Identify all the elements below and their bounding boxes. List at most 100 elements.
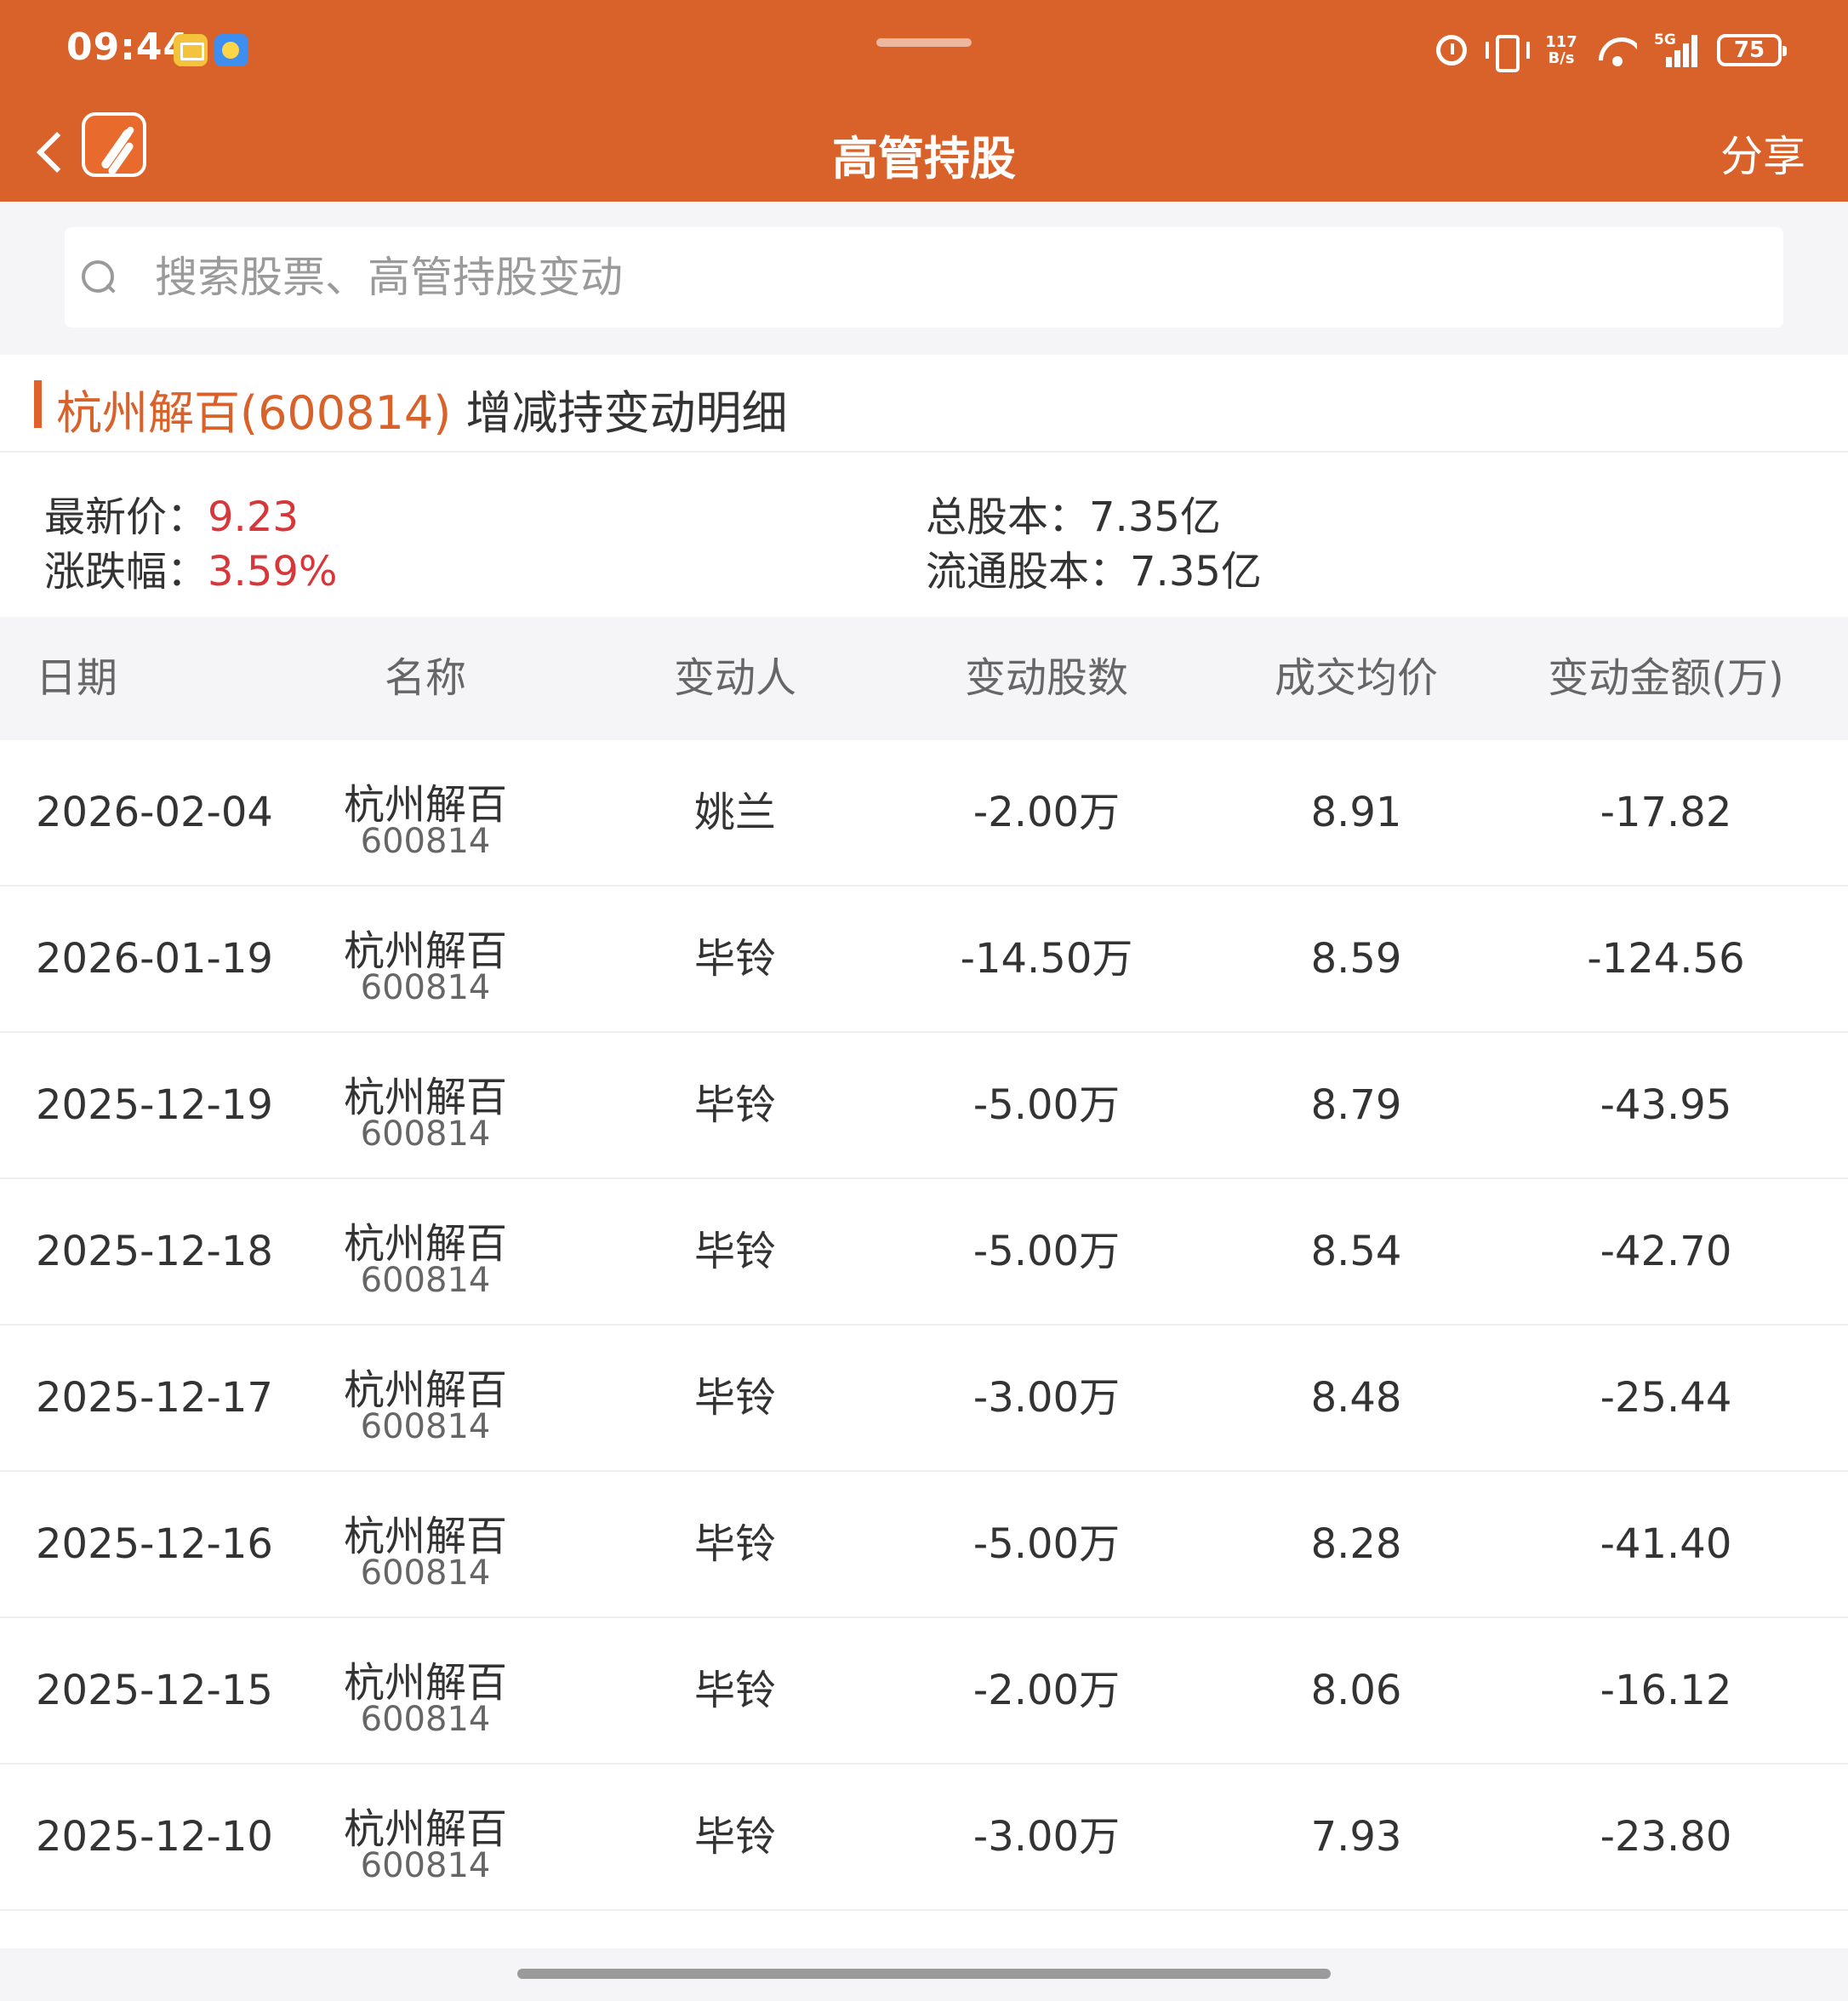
nav-bar: 高管持股 分享 [0, 100, 1848, 202]
section-title: 杭州解百(600814) 增减持变动明细 [56, 375, 787, 442]
cell-shares: -2.00万 [972, 789, 1121, 836]
cell-shares: -3.00万 [972, 1374, 1121, 1422]
cell-avg-price: 8.79 [1310, 1081, 1402, 1129]
cell-person: 毕铃 [693, 1374, 776, 1422]
system-icons: 117 B/s 5G 75 [1436, 31, 1787, 72]
cell-amount: -16.12 [1600, 1667, 1732, 1714]
cell-shares: -3.00万 [972, 1813, 1121, 1861]
network-speed-value: 117 [1545, 33, 1577, 51]
float-shares-value: 7.35亿 [1130, 548, 1262, 596]
table-header: 日期 名称 变动人 变动股数 成交均价 变动金额(万) [0, 617, 1848, 740]
total-shares: 总股本：7.35亿 [926, 483, 1221, 543]
table-row[interactable]: 2026-01-19 杭州解百 600814 毕铃 -14.50万 8.59 -124.56 [0, 886, 1848, 1033]
cell-person: 姚兰 [693, 789, 776, 836]
wifi-icon [1598, 34, 1637, 66]
latest-price-label: 最新价： [44, 493, 208, 541]
cell-shares: -5.00万 [972, 1228, 1121, 1275]
network-speed: 117 B/s [1542, 34, 1581, 66]
cell-amount: -17.82 [1600, 789, 1732, 836]
change-pct-value: 3.59% [208, 548, 338, 596]
vibrate-icon [1484, 33, 1530, 72]
status-time: 09:44 [66, 26, 191, 69]
detail-title: 增减持变动明细 [451, 386, 788, 440]
total-shares-label: 总股本： [926, 493, 1090, 541]
cell-amount: -43.95 [1600, 1081, 1732, 1129]
stock-code: 600814 [360, 1700, 491, 1739]
change-pct: 涨跌幅：3.59% [44, 538, 338, 597]
signal-icon: 5G [1654, 31, 1700, 67]
cell-name: 杭州解百 600814 [323, 1764, 528, 1909]
latest-price-value: 9.23 [208, 493, 299, 541]
table-row[interactable]: 2025-12-10 杭州解百 600814 毕铃 -3.00万 7.93 -23.80 [0, 1764, 1848, 1911]
cell-person: 毕铃 [693, 1667, 776, 1714]
home-indicator[interactable] [517, 1969, 1331, 1979]
mail-notification-icon [174, 34, 208, 66]
total-shares-value: 7.35亿 [1089, 493, 1221, 541]
share-button[interactable]: 分享 [1720, 123, 1805, 184]
page-title: 高管持股 [832, 132, 1016, 185]
cell-date: 2025-12-15 [36, 1667, 273, 1714]
cell-date: 2025-12-16 [36, 1520, 273, 1568]
network-speed-unit: B/s [1548, 49, 1575, 67]
cell-name: 杭州解百 600814 [323, 886, 528, 1031]
table-row[interactable]: 2025-12-16 杭州解百 600814 毕铃 -5.00万 8.28 -41.40 [0, 1472, 1848, 1618]
section-header: 杭州解百(600814) 增减持变动明细 [0, 355, 1848, 453]
stock-name-code: 杭州解百(600814) [56, 386, 452, 440]
latest-price: 最新价：9.23 [44, 483, 299, 543]
cell-date: 2025-12-19 [36, 1081, 273, 1129]
table-row[interactable]: 2025-12-17 杭州解百 600814 毕铃 -3.00万 8.48 -25.44 [0, 1325, 1848, 1472]
stock-code: 600814 [360, 1115, 491, 1154]
change-pct-label: 涨跌幅： [44, 548, 208, 596]
stock-code: 600814 [360, 968, 491, 1007]
cell-avg-price: 8.91 [1310, 789, 1402, 836]
cell-amount: -41.40 [1600, 1520, 1732, 1568]
cell-shares: -5.00万 [972, 1520, 1121, 1568]
cell-name: 杭州解百 600814 [323, 1179, 528, 1324]
search-area [0, 202, 1848, 355]
section-accent-bar [34, 380, 42, 428]
search-icon [82, 260, 116, 294]
cell-shares: -2.00万 [972, 1667, 1121, 1714]
column-shares[interactable]: 变动股数 [919, 617, 1174, 740]
cell-amount: -42.70 [1600, 1228, 1732, 1275]
cell-person: 毕铃 [693, 1520, 776, 1568]
table-row[interactable]: 2026-02-04 杭州解百 600814 姚兰 -2.00万 8.91 -17.82 [0, 740, 1848, 886]
stock-code: 600814 [360, 1261, 491, 1300]
cell-date: 2025-12-10 [36, 1813, 273, 1861]
cell-name: 杭州解百 600814 [323, 1325, 528, 1470]
table-row[interactable]: 2025-12-19 杭州解百 600814 毕铃 -5.00万 8.79 -43.95 [0, 1033, 1848, 1179]
search-input[interactable] [155, 227, 1754, 328]
cell-amount: -124.56 [1587, 935, 1745, 983]
stock-code: 600814 [360, 1846, 491, 1885]
cell-name: 杭州解百 600814 [323, 1618, 528, 1763]
table-row[interactable]: 2025-12-18 杭州解百 600814 毕铃 -5.00万 8.54 -42.70 [0, 1179, 1848, 1325]
stock-code: 600814 [360, 1553, 491, 1593]
column-person[interactable]: 变动人 [633, 617, 837, 740]
weather-notification-icon [214, 34, 248, 66]
column-name[interactable]: 名称 [323, 617, 528, 740]
column-amount[interactable]: 变动金额(万) [1513, 617, 1819, 740]
cell-avg-price: 8.54 [1310, 1228, 1402, 1275]
stock-code: 600814 [360, 1407, 491, 1446]
cell-date: 2026-01-19 [36, 935, 273, 983]
cell-amount: -23.80 [1600, 1813, 1732, 1861]
cell-shares: -5.00万 [972, 1081, 1121, 1129]
battery-icon: 75 [1717, 34, 1787, 66]
column-avg-price[interactable]: 成交均价 [1229, 617, 1484, 740]
column-date[interactable]: 日期 [36, 617, 117, 740]
drag-handle[interactable] [876, 38, 972, 47]
cell-avg-price: 7.93 [1310, 1813, 1402, 1861]
search-box[interactable] [65, 227, 1783, 328]
cell-person: 毕铃 [693, 1228, 776, 1275]
cell-date: 2025-12-17 [36, 1374, 273, 1422]
cell-person: 毕铃 [693, 935, 776, 983]
cell-shares: -14.50万 [960, 935, 1133, 983]
cell-person: 毕铃 [693, 1813, 776, 1861]
stock-summary: 最新价：9.23 涨跌幅：3.59% 总股本：7.35亿 流通股本：7.35亿 [0, 453, 1848, 617]
cell-name: 杭州解百 600814 [323, 1033, 528, 1177]
table-row[interactable]: 2025-12-15 杭州解百 600814 毕铃 -2.00万 8.06 -16.12 [0, 1618, 1848, 1764]
alarm-icon [1436, 35, 1467, 66]
cell-avg-price: 8.06 [1310, 1667, 1402, 1714]
cell-avg-price: 8.59 [1310, 935, 1402, 983]
top-bar: 09:44 117 B/s 5G 75 高管持股 分享 [0, 0, 1848, 202]
